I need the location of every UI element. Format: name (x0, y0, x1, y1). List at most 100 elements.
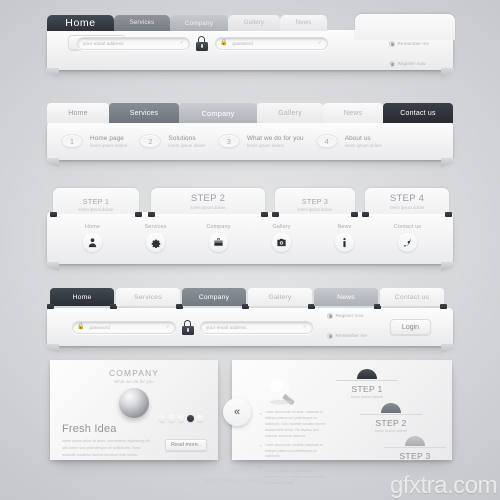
tab-services[interactable]: Services (116, 288, 183, 309)
tab-company[interactable]: Company (182, 288, 249, 309)
password-placeholder: password (89, 324, 110, 330)
list-item: Lorem ipsum dolor sit amet, commodo et t… (260, 442, 332, 461)
step-number[interactable]: 3 (217, 134, 240, 148)
tab-home[interactable]: Home (47, 15, 114, 31)
check-icon: ✓ (179, 40, 184, 46)
step-card-2[interactable]: STEP 2 lorem ipsum dolore (148, 188, 268, 217)
ribbon-left (46, 262, 59, 271)
icon-nav-item-company[interactable]: Company (187, 224, 250, 252)
tab-gallery[interactable]: Gallery (248, 288, 315, 309)
remember-me-option[interactable]: Remember me (389, 35, 429, 53)
tab-home[interactable]: Home (47, 103, 109, 123)
tab-gallery[interactable]: Gallery (257, 103, 323, 123)
icon-nav-item-gallery[interactable]: Gallery (250, 224, 313, 252)
tab-news[interactable]: News (323, 103, 383, 123)
email-input[interactable]: your email address ✓ (200, 320, 313, 334)
icon-nav-item-services[interactable]: Services (124, 224, 187, 252)
radio-icon[interactable] (327, 333, 333, 339)
clip-right (135, 212, 142, 217)
tab-gallery[interactable]: Gallery (228, 15, 280, 31)
step-number[interactable]: 4 (315, 134, 338, 148)
step-number[interactable]: 1 (61, 134, 83, 148)
step-card-subtitle: lorem ipsum dolore (190, 205, 226, 210)
phone-icon[interactable] (398, 233, 417, 252)
tab-contact-us[interactable]: Contact us (383, 103, 453, 123)
step-card-3[interactable]: STEP 3 lorem ipsum dolore (272, 188, 358, 217)
panel2-tabbar: Home Services Company Gallery News Conta… (47, 103, 453, 123)
register-now-option[interactable]: Register now (327, 307, 367, 325)
slider-dot[interactable] (196, 415, 203, 422)
step-group-2[interactable]: STEP 2 lorem ipsum dolore (360, 403, 422, 433)
step-text: Solutions lorem ipsum dolore (168, 135, 205, 148)
step-subtitle: lorem ipsum dolore (398, 462, 432, 466)
email-input[interactable]: your email address ✓ (77, 36, 190, 50)
step-badge (357, 369, 377, 379)
icon-nav-item-news[interactable]: News (313, 224, 376, 252)
previous-arrow-button[interactable]: « (223, 398, 251, 426)
icon-label: Services (144, 224, 167, 230)
icon-label: Company (206, 224, 231, 230)
step-card-subtitle: lorem ipsum dolore (297, 207, 333, 212)
clip-right (351, 212, 358, 217)
tab-label: Services (134, 293, 162, 301)
step-card-subtitle: lorem ipsum dolore (389, 205, 425, 210)
login-button[interactable]: Login (390, 319, 431, 335)
tab-company[interactable]: Company (179, 103, 257, 123)
remember-me-option[interactable]: Remember me (327, 327, 367, 345)
steps-content-card: « Lorem ipsum dolor sit amet, commodo et… (223, 360, 452, 485)
slider-dot[interactable] (158, 415, 165, 422)
password-input[interactable]: 🔒 password ✓ (215, 36, 328, 50)
tab-contact-us[interactable]: Contact us (380, 288, 447, 309)
step-card-4[interactable]: STEP 4 lorem ipsum dolore (362, 188, 452, 217)
step-title: STEP 1 (351, 384, 383, 394)
tab-home[interactable]: Home (47, 288, 117, 309)
divider (360, 414, 422, 415)
step-subtitle: lorem ipsum dolore (350, 395, 384, 399)
step-group-1[interactable]: STEP 1 lorem ipsum dolore (336, 369, 398, 399)
tab-services[interactable]: Services (109, 103, 179, 123)
register-now-option[interactable]: Register now (389, 55, 429, 73)
clip-left (148, 212, 155, 217)
person-icon[interactable] (83, 233, 102, 252)
clip-left (47, 304, 54, 309)
check-icon: ✓ (317, 40, 322, 46)
radio-icon[interactable] (389, 61, 395, 67)
radio-icon[interactable] (327, 313, 333, 319)
tab-company[interactable]: Company (170, 15, 228, 31)
password-placeholder: password (232, 40, 253, 46)
ribbon-right (441, 68, 454, 77)
read-more-button[interactable]: Read more.. (165, 439, 207, 451)
step-card-title: STEP 2 (190, 193, 226, 204)
icon-nav-item-contact-us[interactable]: Contact us (376, 224, 439, 252)
slider-dot[interactable] (168, 415, 175, 422)
icon-nav-item-home[interactable]: Home (61, 224, 124, 252)
step-text: What we do for you lorem ipsum dolore (247, 135, 304, 148)
tab-label: Company (198, 293, 230, 301)
gear-icon[interactable] (146, 233, 165, 252)
info-icon[interactable] (335, 233, 354, 252)
tab-services[interactable]: Services (114, 15, 170, 31)
step-badge (381, 403, 401, 413)
icon-label: Contact us (393, 224, 422, 230)
briefcase-icon[interactable] (209, 233, 228, 252)
tab-news[interactable]: News (314, 288, 381, 309)
company-heading: COMPANY (108, 368, 160, 378)
step-subtitle: lorem ipsum dolore (374, 429, 408, 433)
step-card-1[interactable]: STEP 1 lorem ipsum dolore (50, 188, 142, 217)
step-number[interactable]: 2 (139, 134, 162, 148)
login-options: Remember me Register now (389, 35, 429, 75)
company-slider-card: COMPANY What we do for you Fresh Idea lo… (50, 360, 218, 460)
camera-icon[interactable] (272, 233, 291, 252)
radio-icon[interactable] (389, 41, 395, 47)
ribbon-left (46, 68, 59, 77)
slider-dot-active[interactable] (187, 415, 194, 422)
ribbon-left (46, 158, 59, 167)
watermark: gfxtra.com (389, 472, 498, 499)
step-group-3[interactable]: STEP 3 lorem ipsum dolore (384, 436, 446, 466)
tab-news[interactable]: News (280, 15, 327, 31)
password-input[interactable]: 🔒 password ✓ (72, 320, 176, 334)
secondary-login-options: Register now Remember me (327, 307, 367, 347)
remember-me-label: Remember me (397, 41, 429, 47)
slider-dot[interactable] (177, 415, 184, 422)
tab-label: Gallery (268, 293, 292, 301)
